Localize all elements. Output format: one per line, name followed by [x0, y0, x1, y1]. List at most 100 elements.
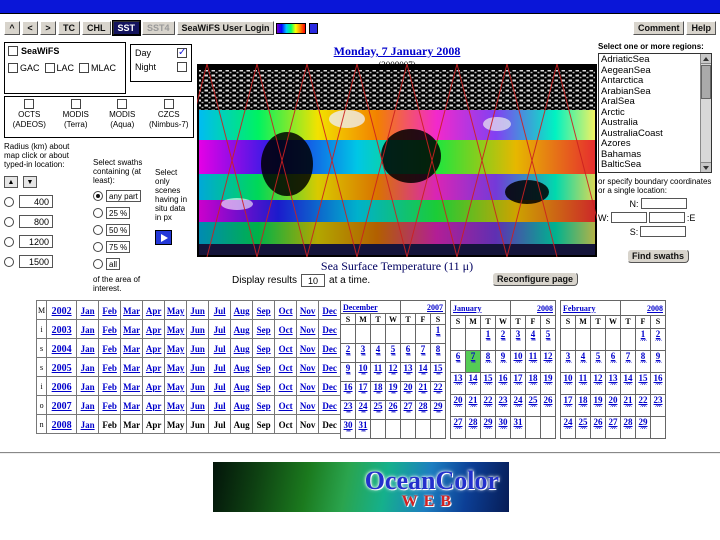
swath-mark-link[interactable]: *** — [416, 373, 430, 379]
month-link[interactable]: Sep — [257, 306, 271, 316]
calendar-year-link[interactable]: 2008 — [537, 304, 553, 313]
calendar-day-link[interactable]: 13 — [606, 374, 620, 383]
calendar-day-link[interactable]: 20 — [401, 383, 415, 392]
calendar-day-link[interactable]: 15 — [636, 374, 650, 383]
calendar-day-link[interactable]: 24 — [561, 418, 575, 427]
month-link[interactable]: Oct — [279, 306, 293, 316]
prev-day-button[interactable]: < — [22, 21, 38, 35]
scrollbar-thumb[interactable] — [701, 65, 711, 99]
calendar-day-link[interactable]: 28 — [466, 418, 480, 427]
month-link[interactable]: Jan — [81, 306, 95, 316]
calendar-day-link[interactable]: 20 — [606, 396, 620, 405]
calendar-day-link[interactable]: 22 — [481, 396, 495, 405]
swath-mark-link[interactable]: *** — [416, 354, 430, 360]
swath-mark-link[interactable]: ^^^ — [591, 427, 605, 433]
calendar-day-link[interactable]: 21 — [621, 396, 635, 405]
calendar-day-link[interactable]: 10 — [511, 352, 525, 361]
current-date-link[interactable]: Monday, 7 January 2008 — [334, 44, 461, 58]
swath-mark-link[interactable]: ^^^ — [541, 361, 555, 367]
swath-mark-link[interactable]: ^^^ — [576, 405, 590, 411]
month-link[interactable]: Apr — [146, 382, 162, 392]
month-link[interactable]: Jul — [214, 401, 226, 411]
calendar-day-link[interactable]: 29 — [481, 418, 495, 427]
south-input[interactable] — [640, 226, 686, 237]
calendar-day-link[interactable]: 10 — [561, 374, 575, 383]
north-input[interactable] — [641, 198, 687, 209]
calendar-day-link[interactable]: 24 — [511, 396, 525, 405]
calendar-day-link[interactable]: 1 — [636, 330, 650, 339]
up-button[interactable]: ^ — [4, 21, 20, 35]
swath-mark-link[interactable]: ^^^ — [496, 383, 510, 389]
radius-spin-up-icon[interactable]: ▲ — [4, 176, 18, 188]
calendar-day-link[interactable]: 11 — [576, 374, 590, 383]
calendar-day-link[interactable]: 23 — [651, 396, 665, 405]
month-link[interactable]: Dec — [322, 401, 337, 411]
calendar-day-link[interactable]: 22 — [431, 383, 445, 392]
calendar-day-link[interactable]: 3 — [356, 345, 370, 354]
swath-mark-link[interactable]: ^^^ — [576, 361, 590, 367]
swath-mark-link[interactable]: ^^^ — [466, 427, 480, 433]
year-link[interactable]: 2008 — [52, 420, 72, 431]
month-link[interactable]: Aug — [234, 363, 250, 373]
calendar-day-link[interactable]: 22 — [636, 396, 650, 405]
month-link[interactable]: Oct — [279, 325, 293, 335]
swath-mark-link[interactable]: *** — [466, 361, 480, 367]
calendar-day-link[interactable]: 3 — [561, 352, 575, 361]
month-link[interactable]: Apr — [146, 325, 162, 335]
year-link[interactable]: 2002 — [52, 306, 72, 317]
calendar-day-link[interactable]: 11 — [526, 352, 540, 361]
lac-checkbox[interactable] — [45, 63, 55, 73]
swath-mark-link[interactable]: *** — [431, 335, 445, 341]
swath-75-radio[interactable] — [93, 242, 103, 252]
swath-mark-link[interactable]: ^^^ — [621, 383, 635, 389]
swath-mark-link[interactable]: ^^^ — [606, 361, 620, 367]
region-option[interactable]: Azores — [600, 139, 699, 150]
swath-mark-link[interactable]: *** — [401, 373, 415, 379]
swath-mark-link[interactable]: ^^^ — [636, 361, 650, 367]
month-link[interactable]: Aug — [234, 401, 250, 411]
month-link[interactable]: Jan — [81, 344, 95, 354]
swath-mark-link[interactable]: ^^^ — [651, 405, 665, 411]
reconfigure-page-button[interactable]: Reconfigure page — [492, 272, 578, 286]
swath-mark-link[interactable]: *** — [386, 411, 400, 417]
swath-mark-link[interactable]: *** — [431, 354, 445, 360]
calendar-day-link[interactable]: 21 — [416, 383, 430, 392]
month-link[interactable]: Feb — [102, 325, 117, 335]
swath-mark-link[interactable]: *** — [371, 411, 385, 417]
month-link[interactable]: Jun — [190, 306, 205, 316]
month-link[interactable]: Aug — [234, 325, 250, 335]
calendar-day-link[interactable]: 20 — [451, 396, 465, 405]
month-link[interactable]: Aug — [234, 382, 250, 392]
month-link[interactable]: Jun — [190, 382, 205, 392]
seawifs-login-button[interactable]: SeaWiFS User Login — [177, 21, 275, 35]
swath-mark-link[interactable]: *** — [431, 392, 445, 398]
calendar-day-link[interactable]: 25 — [526, 396, 540, 405]
year-link[interactable]: 2004 — [52, 344, 72, 355]
calendar-day-link[interactable]: 19 — [591, 396, 605, 405]
calendar-day-link[interactable]: 9 — [651, 352, 665, 361]
swath-all-radio[interactable] — [93, 259, 103, 269]
radius-400-radio[interactable] — [4, 197, 14, 207]
scroll-up-icon[interactable] — [701, 54, 711, 64]
month-link[interactable]: Oct — [279, 401, 293, 411]
month-link[interactable]: Nov — [300, 344, 316, 354]
calendar-month-link[interactable]: December — [343, 303, 378, 312]
calendar-day-link[interactable]: 16 — [341, 383, 355, 392]
calendar-day-link[interactable]: 6 — [451, 352, 465, 361]
help-button[interactable]: Help — [686, 21, 716, 35]
month-link[interactable]: Feb — [102, 401, 117, 411]
east-input[interactable] — [649, 212, 685, 223]
swath-mark-link[interactable]: *** — [386, 373, 400, 379]
month-link[interactable]: Apr — [146, 363, 162, 373]
swath-mark-link[interactable]: *** — [401, 392, 415, 398]
calendar-day-link[interactable]: 7 — [621, 352, 635, 361]
calendar-day-link[interactable]: 23 — [496, 396, 510, 405]
month-link[interactable]: May — [167, 382, 185, 392]
region-option[interactable]: Antarctica — [600, 76, 699, 87]
month-link[interactable]: Feb — [102, 344, 117, 354]
month-link[interactable]: Feb — [102, 382, 117, 392]
month-link[interactable]: Nov — [300, 401, 316, 411]
month-link[interactable]: Nov — [300, 306, 316, 316]
region-scrollbar[interactable] — [700, 54, 711, 172]
month-link[interactable]: Jun — [190, 363, 205, 373]
